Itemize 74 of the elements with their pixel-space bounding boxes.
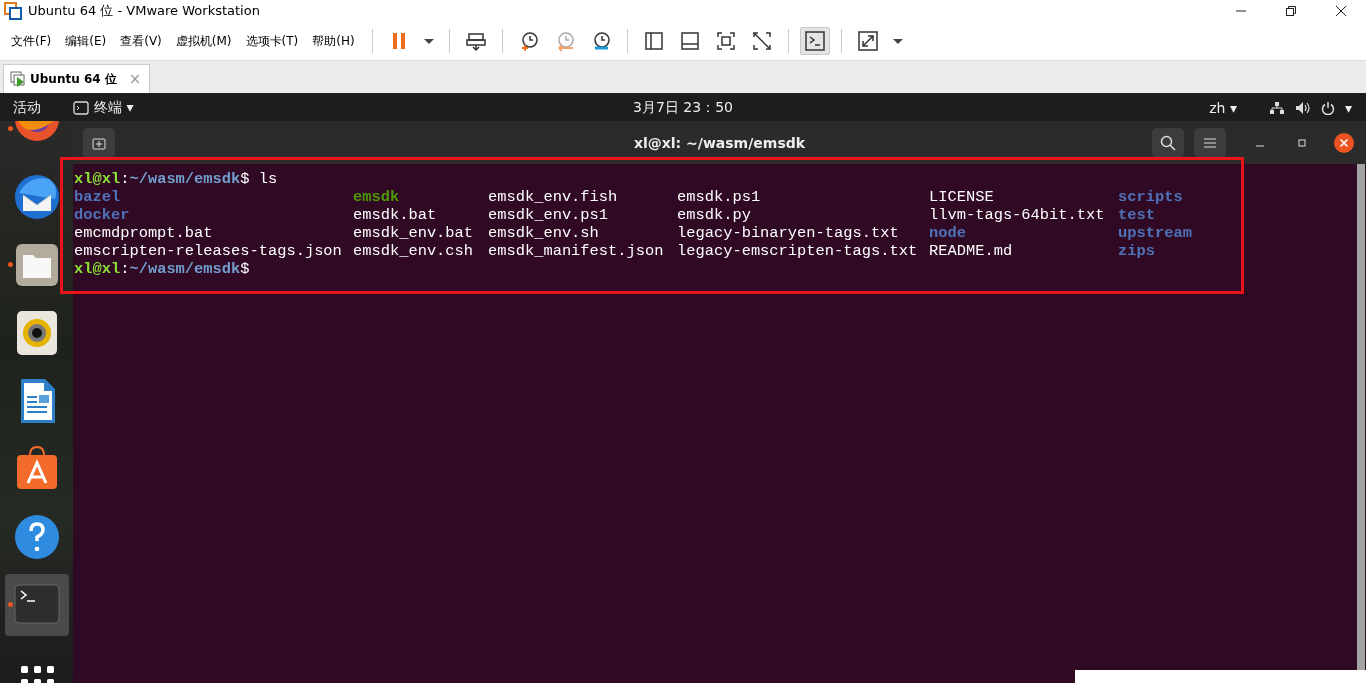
mail-bird-icon[interactable] <box>12 173 61 221</box>
menu-item[interactable]: 文件(F) <box>4 32 59 50</box>
restore-icon[interactable] <box>1285 5 1297 17</box>
window-title: Ubuntu 64 位 - VMware Workstation <box>28 2 261 20</box>
crossed-frame-icon <box>750 30 773 52</box>
prompt-symbol: $ <box>240 260 250 278</box>
menu-icon <box>1204 137 1216 148</box>
file-name: emsdk_env.bat <box>353 224 474 242</box>
prompt-user: xl@xl <box>74 170 121 188</box>
prompt-separator: : <box>120 260 130 278</box>
terminal-icon <box>803 30 826 52</box>
caret-icon <box>423 38 434 44</box>
command-text: ls <box>257 170 278 188</box>
file-name: test <box>1118 206 1155 224</box>
file-name: docker <box>74 206 130 224</box>
search-button[interactable] <box>1152 127 1184 158</box>
file-name: emcmdprompt.bat <box>74 224 213 242</box>
search-icon <box>1160 134 1176 151</box>
prompt-symbol: $ <box>240 170 250 188</box>
resize-icon <box>856 30 879 52</box>
terminal-icon <box>73 100 89 115</box>
toolbar-button[interactable] <box>799 27 830 55</box>
menu-item[interactable]: 编辑(E) <box>58 32 114 50</box>
file-name: llvm-tags-64bit.txt <box>929 206 1105 224</box>
file-name: bazel <box>74 188 121 206</box>
file-name: node <box>929 224 966 242</box>
activities-button[interactable]: 活动 <box>13 98 41 117</box>
prompt-path: ~/wasm/emsdk <box>129 260 241 278</box>
file-name: emsdk.bat <box>353 206 437 224</box>
prompt-path: ~/wasm/emsdk <box>129 170 241 188</box>
menu-item[interactable]: 帮助(H) <box>305 32 362 50</box>
file-name: upstream <box>1118 224 1192 242</box>
file-name: emsdk_manifest.json <box>488 242 664 260</box>
file-name: emsdk.ps1 <box>677 188 761 206</box>
file-name: emscripten-releases-tags.json <box>74 242 342 260</box>
app-menu[interactable]: 终端 ▾ <box>73 98 134 117</box>
file-name: emsdk_env.fish <box>488 188 618 206</box>
clock[interactable]: 3月7日 23：50 <box>633 98 733 115</box>
keyboard-send-icon <box>464 30 487 52</box>
volume-icon[interactable] <box>1294 100 1311 115</box>
caret-icon <box>892 38 903 44</box>
power-icon[interactable] <box>1320 100 1335 115</box>
file-name: README.md <box>929 242 1013 260</box>
file-name: emsdk_env.ps1 <box>488 206 609 224</box>
vm-play-icon <box>10 71 26 87</box>
bottom-panel-icon <box>678 30 701 52</box>
help-icon[interactable] <box>12 513 61 561</box>
file-name: LICENSE <box>929 188 994 206</box>
close-icon[interactable] <box>1333 131 1355 154</box>
close-icon[interactable] <box>1335 5 1347 17</box>
menu-item[interactable]: 选项卡(T) <box>238 32 306 50</box>
sidebar-panel-icon <box>642 30 665 52</box>
file-name: legacy-emscripten-tags.txt <box>677 242 918 260</box>
window-title: xl@xl: ~/wasm/emsdk <box>633 134 806 151</box>
menu-item[interactable]: 查看(V) <box>113 32 169 50</box>
vm-tab[interactable]: Ubuntu 64 位 × <box>3 64 151 93</box>
prompt-user: xl@xl <box>74 260 121 278</box>
new-tab-button[interactable] <box>83 127 115 158</box>
file-name: legacy-binaryen-tags.txt <box>677 224 899 242</box>
file-name: zips <box>1118 242 1155 260</box>
new-tab-icon <box>92 135 106 150</box>
system-menu-caret[interactable]: ▾ <box>1344 99 1352 116</box>
menu-item[interactable]: 虚拟机(M) <box>168 32 239 50</box>
network-icon[interactable] <box>1268 100 1285 115</box>
language-menu[interactable]: zh ▾ <box>1209 99 1237 116</box>
file-name: scripts <box>1118 188 1183 206</box>
file-name: emsdk.py <box>677 206 751 224</box>
file-name: emsdk_env.csh <box>353 242 474 260</box>
prompt-separator: : <box>120 170 130 188</box>
menu-button[interactable] <box>1194 127 1226 158</box>
maximize-icon[interactable] <box>1297 137 1307 148</box>
file-name: emsdk <box>353 188 400 206</box>
file-name: emsdk_env.sh <box>488 224 599 242</box>
fullscreen-icon <box>714 30 737 52</box>
